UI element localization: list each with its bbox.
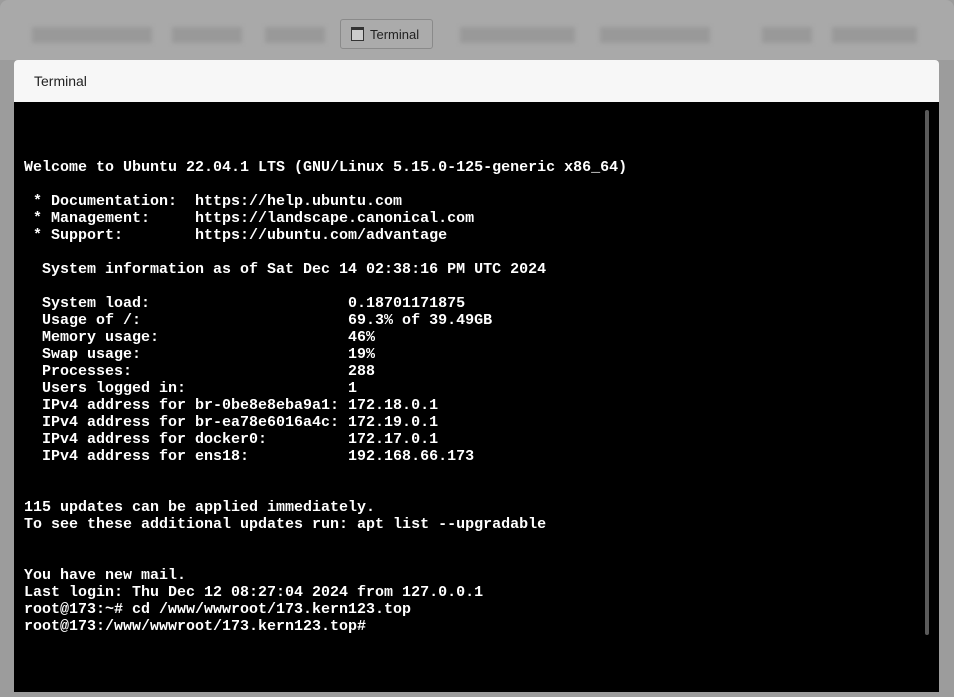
blurred-item [832,27,917,43]
terminal-line: Swap usage: 19% [24,346,376,363]
terminal-line: Usage of /: 69.3% of 39.49GB [24,312,493,329]
terminal-line: System load: 0.18701171875 [24,295,466,312]
terminal-line: * Support: https://ubuntu.com/advantage [24,227,448,244]
terminal-line: Processes: 288 [24,363,376,380]
blurred-item [460,27,575,43]
dialog-header: Terminal [14,60,939,102]
terminal-line: Welcome to Ubuntu 22.04.1 LTS (GNU/Linux… [24,159,628,176]
terminal-line: Memory usage: 46% [24,329,376,346]
terminal-button[interactable]: Terminal [340,19,433,49]
terminal-line: root@173:/www/wwwroot/173.kern123.top# [24,618,367,635]
terminal-dialog: Terminal Welcome to Ubuntu 22.04.1 LTS (… [14,60,939,692]
terminal-line: 115 updates can be applied immediately. [24,499,376,516]
terminal-line: Users logged in: 1 [24,380,358,397]
terminal-line: root@173:~# cd /www/wwwroot/173.kern123.… [24,601,412,618]
terminal-button-label: Terminal [370,26,420,42]
terminal-icon [351,27,364,41]
terminal-line: To see these additional updates run: apt… [24,516,547,533]
blurred-item [32,27,152,43]
blurred-item [762,27,812,43]
terminal-line: IPv4 address for br-ea78e6016a4c: 172.19… [24,414,439,431]
terminal-line: Last login: Thu Dec 12 08:27:04 2024 fro… [24,584,484,601]
terminal-line: IPv4 address for br-0be8e8eba9a1: 172.18… [24,397,439,414]
terminal-line: You have new mail. [24,567,187,584]
toolbar: Terminal [0,0,954,60]
terminal-output[interactable]: Welcome to Ubuntu 22.04.1 LTS (GNU/Linux… [14,102,939,692]
terminal-line: * Management: https://landscape.canonica… [24,210,475,227]
dialog-title: Terminal [34,73,87,89]
blurred-item [265,27,325,43]
terminal-line: System information as of Sat Dec 14 02:3… [24,261,547,278]
blurred-item [600,27,710,43]
scrollbar[interactable] [925,110,929,635]
terminal-line: * Documentation: https://help.ubuntu.com [24,193,403,210]
terminal-line: IPv4 address for ens18: 192.168.66.173 [24,448,475,465]
terminal-line: IPv4 address for docker0: 172.17.0.1 [24,431,439,448]
blurred-item [172,27,242,43]
